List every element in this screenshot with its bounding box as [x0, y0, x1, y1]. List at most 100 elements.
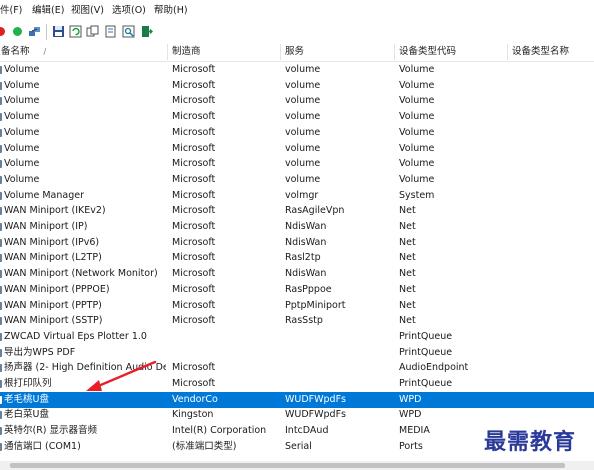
cell-manufacturer: (标准端口类型) — [172, 440, 237, 452]
device-icon — [0, 270, 2, 279]
table-row[interactable]: Volume Microsoft volume Volume — [0, 141, 594, 157]
column-header-service[interactable]: 服务 — [285, 42, 391, 62]
cell-type-name — [512, 376, 594, 392]
cell-type-name — [512, 313, 594, 329]
cell-type-name — [512, 62, 594, 78]
cell-manufacturer: Microsoft — [172, 173, 216, 185]
cell-name: Volume — [4, 64, 40, 75]
cell-name: Volume — [4, 95, 40, 107]
table-row[interactable]: Volume Microsoft volume Volume — [0, 78, 594, 94]
list-header: 备名称 ∕ 制造商 服务 设备类型代码 设备类型名称 — [0, 42, 594, 62]
cell-name: 老毛桃U盘 — [4, 393, 49, 405]
device-icon — [0, 285, 2, 294]
html-report-icon[interactable] — [104, 25, 117, 38]
device-icon — [0, 254, 2, 263]
table-row[interactable]: Volume Microsoft volume Volume — [0, 62, 594, 78]
table-row[interactable]: WAN Miniport (SSTP) Microsoft RasSstp Net — [0, 313, 594, 329]
device-icon — [0, 332, 2, 341]
watermark-logo: 最需教育 — [474, 424, 586, 460]
table-row[interactable]: WAN Miniport (Network Monitor) Microsoft N… — [0, 266, 594, 282]
save-icon[interactable] — [52, 25, 65, 38]
cell-type-name — [512, 329, 594, 345]
table-row[interactable]: WAN Miniport (L2TP) Microsoft Rasl2tp Net — [0, 250, 594, 266]
cell-type-name — [512, 392, 594, 408]
start-green-icon[interactable] — [13, 27, 22, 36]
stop-red-icon[interactable] — [0, 27, 5, 36]
menu-view[interactable]: 视图(V) — [71, 4, 104, 18]
cell-manufacturer: Microsoft — [172, 189, 216, 201]
column-divider[interactable] — [280, 44, 281, 60]
cell-type-code: Net — [399, 283, 416, 295]
cell-manufacturer: Microsoft — [172, 111, 216, 123]
table-row[interactable]: Volume Microsoft volume Volume — [0, 93, 594, 109]
cell-manufacturer: Microsoft — [172, 126, 216, 138]
copy-icon[interactable] — [86, 25, 99, 38]
cell-type-code: WPD — [399, 409, 422, 421]
table-row[interactable]: Volume Microsoft volume Volume — [0, 109, 594, 125]
properties-icon[interactable] — [122, 25, 135, 38]
scrollbar-thumb[interactable] — [10, 463, 565, 468]
device-icon — [0, 175, 2, 184]
exit-icon[interactable] — [140, 25, 153, 38]
cell-name: Volume Manager — [4, 189, 84, 201]
device-icon — [0, 348, 2, 357]
table-row[interactable]: WAN Miniport (PPPOE) Microsoft RasPppoe Net — [0, 282, 594, 298]
menu-edit[interactable]: 编辑(E) — [32, 4, 64, 18]
table-row[interactable]: Volume Microsoft volume Volume — [0, 172, 594, 188]
table-row[interactable]: 导出为WPS PDF PrintQueue — [0, 345, 594, 361]
cell-type-name — [512, 266, 594, 282]
menu-options[interactable]: 选项(O) — [112, 4, 146, 18]
table-row[interactable]: WAN Miniport (PPTP) Microsoft PptpMiniport… — [0, 298, 594, 314]
device-icon — [0, 364, 2, 373]
table-row[interactable]: 根打印队列 Microsoft PrintQueue — [0, 376, 594, 392]
cell-service: PptpMiniport — [285, 299, 346, 311]
column-divider[interactable] — [167, 44, 168, 60]
cell-type-code: Net — [399, 268, 416, 280]
toolbar-separator — [46, 24, 47, 40]
device-icon — [0, 207, 2, 216]
column-header-type-code[interactable]: 设备类型代码 — [399, 42, 503, 62]
cell-service: RasAgileVpn — [285, 205, 345, 217]
menu-bar: 件(F) 编辑(E) 视图(V) 选项(O) 帮助(H) — [0, 0, 594, 22]
cell-service: volume — [285, 95, 321, 107]
column-header-manufacturer[interactable]: 制造商 — [172, 42, 278, 62]
cell-service — [285, 345, 393, 361]
cell-name: WAN Miniport (IPv6) — [4, 236, 100, 248]
cell-name: WAN Miniport (Network Monitor) — [4, 268, 158, 280]
column-header-type-name[interactable]: 设备类型名称 — [512, 42, 594, 62]
table-row[interactable]: WAN Miniport (IKEv2) Microsoft RasAgileVpn… — [0, 203, 594, 219]
cell-type-code: Net — [399, 299, 416, 311]
cell-type-name — [512, 172, 594, 188]
column-header-name[interactable]: 备名称 ∕ — [1, 42, 166, 62]
cell-service: volume — [285, 142, 321, 154]
refresh-icon[interactable] — [69, 25, 82, 38]
table-row[interactable]: Volume Manager Microsoft volmgr System — [0, 188, 594, 204]
table-row[interactable]: ZWCAD Virtual Eps Plotter 1.0 PrintQueue — [0, 329, 594, 345]
sort-ascending-icon: ∕ — [43, 47, 47, 56]
column-divider[interactable] — [507, 44, 508, 60]
cell-service: volmgr — [285, 189, 319, 201]
cell-name: 英特尔(R) 显示器音频 — [4, 425, 98, 437]
cell-manufacturer — [172, 329, 280, 345]
cell-manufacturer: Microsoft — [172, 283, 216, 295]
horizontal-scrollbar[interactable] — [0, 461, 594, 470]
cell-service: volume — [285, 126, 321, 138]
cell-manufacturer: Microsoft — [172, 378, 216, 389]
device-icon — [0, 301, 2, 310]
cell-name: WAN Miniport (L2TP) — [4, 252, 102, 264]
device-icon — [0, 317, 2, 326]
table-row[interactable]: Volume Microsoft volume Volume — [0, 125, 594, 141]
device-icon — [0, 411, 2, 420]
menu-file[interactable]: 件(F) — [0, 4, 22, 18]
cell-type-name — [512, 219, 594, 235]
column-divider[interactable] — [394, 44, 395, 60]
table-row[interactable]: WAN Miniport (IPv6) Microsoft NdisWan Net — [0, 235, 594, 251]
table-row[interactable]: 老白菜U盘 Kingston WUDFWpdFs WPD — [0, 407, 594, 423]
table-row[interactable]: 老毛桃U盘 VendorCo WUDFWpdFs WPD — [0, 391, 594, 408]
menu-help[interactable]: 帮助(H) — [154, 4, 188, 18]
network-icon[interactable] — [28, 25, 41, 38]
device-icon — [0, 395, 2, 404]
table-row[interactable]: Volume Microsoft volume Volume — [0, 156, 594, 172]
table-row[interactable]: 扬声器 (2- High Definition Audio De... Micro… — [0, 360, 594, 376]
table-row[interactable]: WAN Miniport (IP) Microsoft NdisWan Net — [0, 219, 594, 235]
